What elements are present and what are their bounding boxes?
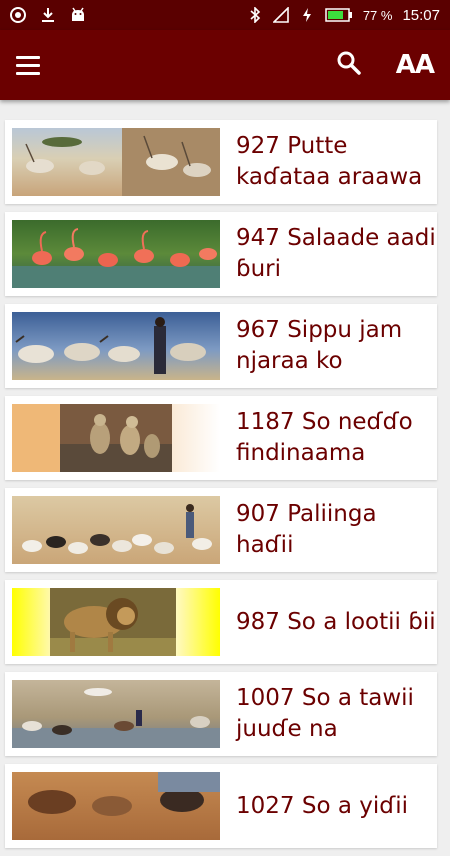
list-item[interactable]: 967 Sippu jam njaraa ko — [5, 304, 437, 388]
download-icon — [40, 7, 56, 23]
app-bar: AA — [0, 30, 450, 100]
list-item[interactable]: 947 Salaade aadi ɓuri — [5, 212, 437, 296]
signal-icon — [272, 7, 289, 23]
list-item-title: 1187 So neɗɗo findinaama — [236, 409, 413, 466]
list-item-title: 987 So a lootii ɓii — [236, 608, 436, 635]
list-item-title: 1007 So a tawii juuɗe na — [236, 685, 414, 742]
list-item-title: 927 Putte kaɗataa araawa — [236, 133, 423, 190]
text-size-button[interactable]: AA — [396, 50, 435, 80]
battery-percentage: 77 % — [362, 7, 393, 23]
song-list: 927 Putte kaɗataa araawa 947 Salaade aad… — [5, 120, 437, 856]
monkeys-thumbnail — [12, 404, 220, 472]
animals-thumbnail — [12, 772, 220, 840]
android-icon — [70, 7, 86, 23]
list-item-title: 907 Paliinga haɗii — [236, 501, 377, 558]
clock: 15:07 — [402, 6, 440, 24]
list-item[interactable]: 907 Paliinga haɗii — [5, 488, 437, 572]
list-item[interactable]: 1187 So neɗɗo findinaama — [5, 396, 437, 480]
list-item[interactable]: 1007 So a tawii juuɗe na — [5, 672, 437, 756]
bluetooth-icon — [247, 7, 263, 23]
app-logo-icon — [10, 7, 26, 23]
charging-icon — [299, 7, 315, 23]
flamingos-thumbnail — [12, 220, 220, 288]
list-item[interactable]: 1027 So a yiɗii — [5, 764, 437, 848]
battery-icon — [325, 7, 353, 23]
list-item[interactable]: 987 So a lootii ɓii — [5, 580, 437, 664]
sheep-herd-thumbnail — [12, 496, 220, 564]
watering-hole-thumbnail — [12, 680, 220, 748]
lion-thumbnail — [12, 588, 220, 656]
list-item-title: 947 Salaade aadi ɓuri — [236, 225, 436, 282]
list-item[interactable]: 927 Putte kaɗataa araawa — [5, 120, 437, 204]
cattle-herder-thumbnail — [12, 312, 220, 380]
list-item-title: 1027 So a yiɗii — [236, 792, 409, 819]
antelopes-thumbnail — [12, 128, 220, 196]
list-item-title: 967 Sippu jam njaraa ko — [236, 317, 403, 374]
status-bar: 77 % 15:07 — [0, 0, 450, 30]
hamburger-menu-icon[interactable] — [16, 46, 54, 84]
search-icon[interactable] — [336, 50, 362, 80]
